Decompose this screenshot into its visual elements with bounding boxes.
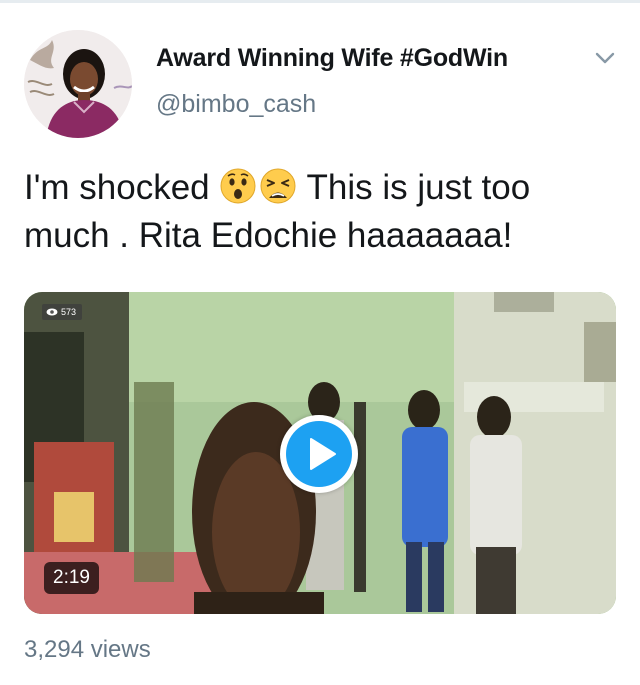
play-button-circle xyxy=(286,421,352,487)
video-player[interactable]: 573 2:19 xyxy=(24,292,616,614)
weary-face-emoji xyxy=(260,168,296,204)
video-view-counter-value: 573 xyxy=(61,307,77,317)
avatar[interactable] xyxy=(24,30,132,138)
chevron-down-icon[interactable] xyxy=(594,50,616,66)
tweet-text: I'm shocked This is just too much . Rita… xyxy=(24,164,624,260)
view-count: 3,294 views xyxy=(24,636,151,663)
video-view-counter: 573 xyxy=(42,304,83,320)
video-duration: 2:19 xyxy=(44,562,99,594)
author-handle[interactable]: @bimbo_cash xyxy=(156,90,316,119)
eye-icon xyxy=(46,308,58,316)
tweet-text-part1: I'm shocked xyxy=(24,168,210,207)
profile-photo xyxy=(24,30,132,138)
top-divider xyxy=(0,0,640,3)
author-name[interactable]: Award Winning Wife #GodWin xyxy=(156,44,508,73)
play-icon xyxy=(310,438,336,470)
play-button[interactable] xyxy=(280,415,358,493)
hushed-face-emoji xyxy=(220,168,256,204)
